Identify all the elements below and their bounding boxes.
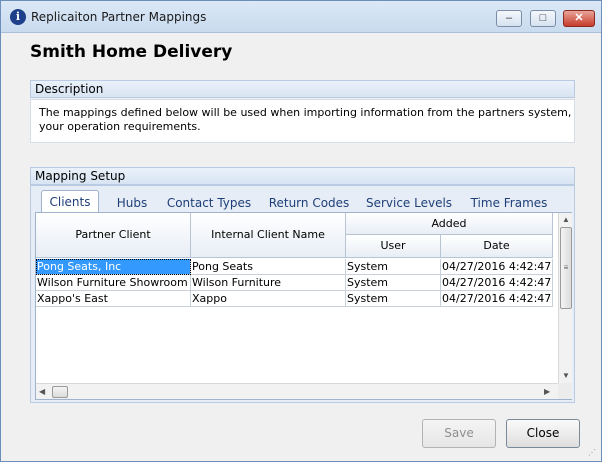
cell-internal-client[interactable]: Xappo (191, 291, 346, 307)
mapping-setup-panel: Clients Hubs Contact Types Return Codes … (30, 185, 575, 403)
cell-partner-client[interactable]: Wilson Furniture Showroom (36, 275, 191, 291)
vertical-scrollbar[interactable]: ▲ ≡ ▼ (558, 213, 572, 383)
resize-grip-icon[interactable]: ⋰ (588, 448, 598, 458)
cell-internal-client[interactable]: Wilson Furniture (191, 275, 346, 291)
maximize-button[interactable]: □ (530, 10, 556, 27)
description-line-2: your operation requirements. (39, 120, 201, 133)
horizontal-scrollbar[interactable]: ◀ ▶ (36, 383, 558, 399)
tab-hubs[interactable]: Hubs (109, 194, 155, 212)
column-header-date[interactable]: Date (441, 235, 553, 258)
window-title: Replicaiton Partner Mappings (31, 10, 207, 24)
description-text: The mappings defined below will be used … (30, 99, 575, 143)
cell-user[interactable]: System (346, 291, 441, 307)
column-header-user[interactable]: User (346, 235, 441, 258)
tab-service-levels[interactable]: Service Levels (365, 194, 453, 212)
column-header-partner-client[interactable]: Partner Client (36, 213, 191, 258)
column-group-added: Added (346, 213, 553, 235)
description-line-1: The mappings defined below will be used … (39, 106, 574, 119)
scroll-right-arrow-icon[interactable]: ▶ (544, 387, 550, 396)
close-button[interactable]: Close (506, 419, 580, 448)
cell-partner-client[interactable]: Pong Seats, Inc (36, 259, 191, 275)
cell-date[interactable]: 04/27/2016 4:42:47 PM (441, 259, 553, 275)
cell-partner-client[interactable]: Xappo's East (36, 291, 191, 307)
cell-date[interactable]: 04/27/2016 4:42:47 PM (441, 275, 553, 291)
horizontal-scroll-thumb[interactable] (52, 386, 68, 398)
scroll-left-arrow-icon[interactable]: ◀ (39, 387, 45, 396)
tab-clients[interactable]: Clients (41, 190, 99, 213)
description-header: Description (30, 80, 575, 98)
info-icon: i (10, 9, 26, 25)
vertical-scroll-thumb[interactable]: ≡ (560, 227, 572, 309)
page-title: Smith Home Delivery (30, 42, 233, 62)
scroll-down-arrow-icon[interactable]: ▼ (562, 371, 570, 380)
mapping-tabs: Clients Hubs Contact Types Return Codes … (37, 190, 573, 213)
cell-user[interactable]: System (346, 275, 441, 291)
minimize-button[interactable]: – (496, 10, 522, 27)
mapping-setup-header: Mapping Setup (30, 167, 575, 185)
column-header-internal-client[interactable]: Internal Client Name (191, 213, 346, 258)
cell-internal-client[interactable]: Pong Seats (191, 259, 346, 275)
cell-user[interactable]: System (346, 259, 441, 275)
close-window-button[interactable]: ✕ (563, 10, 595, 27)
save-button[interactable]: Save (422, 419, 496, 448)
title-bar[interactable]: i Replicaiton Partner Mappings – □ ✕ (1, 1, 601, 33)
dialog-window: i Replicaiton Partner Mappings – □ ✕ Smi… (0, 0, 602, 462)
cell-date[interactable]: 04/27/2016 4:42:47 PM (441, 291, 553, 307)
tab-return-codes[interactable]: Return Codes (267, 194, 351, 212)
tab-time-frames[interactable]: Time Frames (469, 194, 549, 212)
clients-grid: Partner Client Internal Client Name Adde… (35, 212, 572, 400)
tab-contact-types[interactable]: Contact Types (165, 194, 253, 212)
scroll-up-arrow-icon[interactable]: ▲ (562, 215, 570, 224)
scrollbar-corner (558, 383, 572, 399)
